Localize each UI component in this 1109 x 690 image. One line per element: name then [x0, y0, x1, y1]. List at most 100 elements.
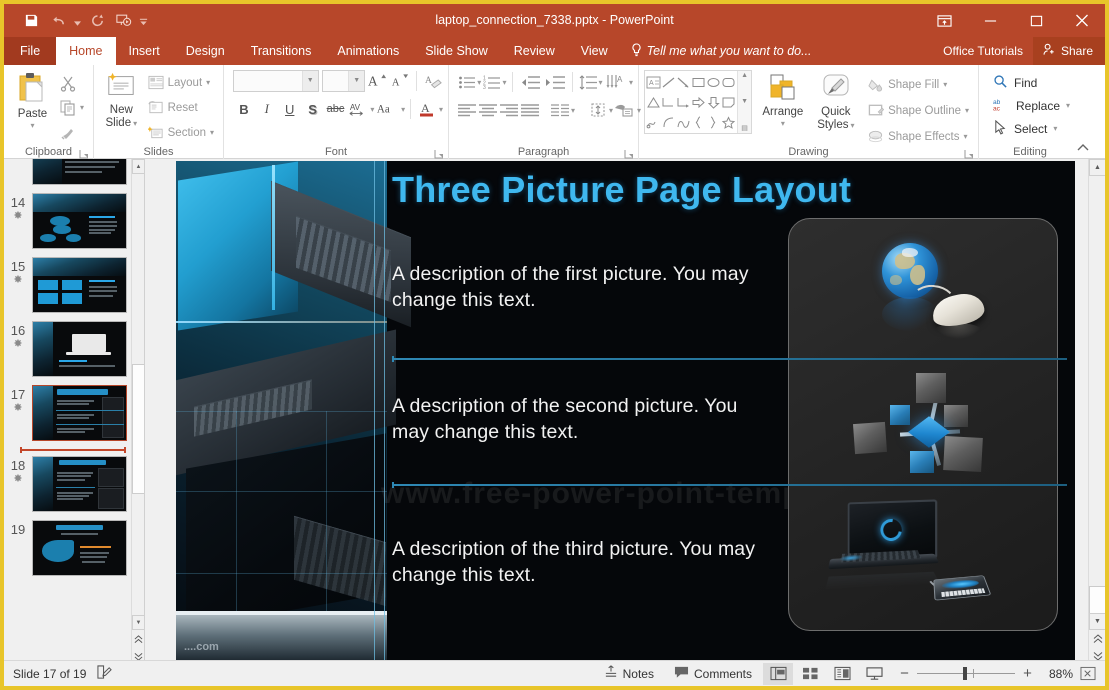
- paste-button[interactable]: Paste ▾: [9, 68, 56, 143]
- zoom-in-button[interactable]: +: [1022, 665, 1033, 682]
- underline-button[interactable]: U: [279, 98, 301, 121]
- font-color-dropdown-icon[interactable]: ▾: [439, 105, 443, 114]
- character-spacing-dropdown-icon[interactable]: ▾: [370, 105, 374, 114]
- minimize-icon[interactable]: [967, 4, 1013, 37]
- shape-scribble-icon[interactable]: [646, 112, 661, 132]
- thumbnail-scrollbar-thumb[interactable]: [132, 364, 145, 494]
- tell-me-box[interactable]: Tell me what you want to do...: [621, 37, 822, 65]
- shape-oval-icon[interactable]: [706, 72, 721, 92]
- cut-button[interactable]: [56, 72, 88, 95]
- globe-mouse-image[interactable]: [848, 239, 1008, 369]
- animation-star-icon[interactable]: ✸: [13, 402, 22, 414]
- line-spacing-button[interactable]: [578, 71, 597, 93]
- ribbon-display-options-icon[interactable]: [921, 4, 967, 37]
- format-painter-button[interactable]: [56, 120, 88, 143]
- tab-view[interactable]: View: [568, 37, 621, 65]
- change-case-dropdown-icon[interactable]: ▾: [401, 105, 405, 114]
- bold-button[interactable]: B: [233, 98, 255, 121]
- reading-view-button[interactable]: [827, 663, 857, 685]
- slide-scroll-up-icon[interactable]: ▲: [1089, 159, 1106, 176]
- clipboard-dialog-launcher[interactable]: [79, 146, 89, 156]
- zoom-slider-track[interactable]: [917, 673, 1015, 674]
- undo-dropdown-icon[interactable]: [72, 9, 83, 33]
- numbering-button[interactable]: 123: [482, 71, 501, 93]
- slide-vertical-scrollbar[interactable]: ▲ ▼: [1088, 159, 1105, 664]
- font-size-dropdown-icon[interactable]: ▼: [348, 71, 364, 91]
- align-center-button[interactable]: [478, 99, 498, 121]
- zoom-slider-handle[interactable]: [963, 667, 967, 680]
- redo-icon[interactable]: [84, 9, 110, 33]
- slide-scroll-down-icon[interactable]: ▼: [1089, 613, 1106, 630]
- notes-button[interactable]: Notes: [595, 662, 663, 686]
- quick-styles-dropdown-icon[interactable]: ▾: [851, 119, 855, 132]
- shapes-scroll-up-icon[interactable]: ▲: [741, 72, 748, 79]
- shapes-scroll-down-icon[interactable]: ▼: [741, 98, 748, 105]
- layout-dropdown-icon[interactable]: ▾: [206, 78, 210, 87]
- replace-button[interactable]: abac Replace ▾: [987, 94, 1090, 117]
- slide-text-row-2[interactable]: A description of the second picture. You…: [392, 393, 772, 445]
- fit-to-window-button[interactable]: [1075, 663, 1101, 685]
- bullets-dropdown-icon[interactable]: ▾: [477, 78, 481, 87]
- previous-slide-n-icon[interactable]: [1089, 630, 1106, 647]
- shapes-gallery-scrollbar[interactable]: ▲ ▼ ▤: [737, 71, 751, 133]
- shape-curve-icon[interactable]: [661, 112, 676, 132]
- tab-slide-show[interactable]: Slide Show: [412, 37, 501, 65]
- slide-text-row-1[interactable]: A description of the first picture. You …: [392, 261, 772, 313]
- numbering-dropdown-icon[interactable]: ▾: [502, 78, 506, 87]
- previous-slide-icon[interactable]: [132, 632, 145, 647]
- account-name[interactable]: Office Tutorials: [933, 44, 1033, 58]
- normal-view-button[interactable]: [763, 663, 793, 685]
- shape-effects-button[interactable]: Shape Effects ▾: [864, 125, 973, 148]
- new-slide-button[interactable]: New Slide ▾: [99, 68, 144, 144]
- list-item[interactable]: ✸: [4, 159, 132, 189]
- align-text-button[interactable]: [588, 99, 608, 121]
- tab-animations[interactable]: Animations: [324, 37, 412, 65]
- shape-fill-button[interactable]: Shape Fill ▾: [864, 73, 973, 96]
- italic-button[interactable]: I: [256, 98, 278, 121]
- shape-outline-button[interactable]: Shape Outline ▾: [864, 99, 973, 122]
- new-slide-dropdown-icon[interactable]: ▾: [133, 117, 137, 130]
- arrange-dropdown-icon[interactable]: ▾: [781, 119, 785, 128]
- thumbnail-image[interactable]: [32, 193, 127, 249]
- shape-line-icon[interactable]: [661, 72, 676, 92]
- shape-rounded-rect-icon[interactable]: [721, 72, 736, 92]
- font-name-input[interactable]: ▼: [233, 70, 319, 92]
- copy-dropdown-icon[interactable]: ▾: [80, 103, 84, 112]
- slide-show-view-button[interactable]: [859, 663, 889, 685]
- align-left-button[interactable]: [457, 99, 477, 121]
- animation-star-icon[interactable]: ✸: [13, 274, 22, 286]
- collapse-ribbon-icon[interactable]: [1077, 143, 1089, 155]
- tab-insert[interactable]: Insert: [116, 37, 173, 65]
- thumbnail-image[interactable]: [32, 321, 127, 377]
- animation-star-icon[interactable]: ✸: [13, 473, 22, 485]
- font-size-input[interactable]: ▼: [322, 70, 365, 92]
- thumbnail-image[interactable]: [32, 385, 127, 441]
- slide-indicator[interactable]: Slide 17 of 19: [13, 667, 86, 681]
- tab-file[interactable]: File: [4, 37, 56, 65]
- decrease-font-size-icon[interactable]: A: [390, 69, 409, 92]
- convert-smartart-button[interactable]: [614, 99, 636, 121]
- shape-right-brace-icon[interactable]: [706, 112, 721, 132]
- shape-textbox-icon[interactable]: A: [646, 72, 661, 92]
- animation-star-icon[interactable]: ✸: [13, 338, 22, 350]
- list-item[interactable]: 19: [4, 516, 132, 580]
- line-spacing-dropdown-icon[interactable]: ▾: [598, 78, 602, 87]
- current-slide[interactable]: ....com www.free-power-point-templates.c…: [176, 161, 1075, 661]
- list-item[interactable]: 16 ✸: [4, 317, 132, 381]
- paragraph-dialog-launcher[interactable]: [624, 146, 634, 156]
- find-button[interactable]: Find: [987, 71, 1090, 94]
- zoom-control[interactable]: − +: [891, 665, 1041, 682]
- shape-left-brace-icon[interactable]: [691, 112, 706, 132]
- justify-button[interactable]: [520, 99, 540, 121]
- paste-dropdown-icon[interactable]: ▾: [30, 121, 34, 130]
- slide-text-row-3[interactable]: A description of the third picture. You …: [392, 536, 772, 588]
- slide-title[interactable]: Three Picture Page Layout: [392, 169, 1052, 211]
- thumbnail-image[interactable]: [32, 257, 127, 313]
- start-presentation-icon[interactable]: [111, 9, 137, 33]
- copy-button[interactable]: ▾: [56, 96, 88, 119]
- shape-right-arrow-icon[interactable]: [691, 92, 706, 112]
- strikethrough-button[interactable]: abc: [325, 98, 347, 121]
- columns-dropdown-icon[interactable]: ▾: [571, 106, 575, 115]
- tab-home[interactable]: Home: [56, 37, 115, 65]
- replace-dropdown-icon[interactable]: ▾: [1066, 101, 1070, 110]
